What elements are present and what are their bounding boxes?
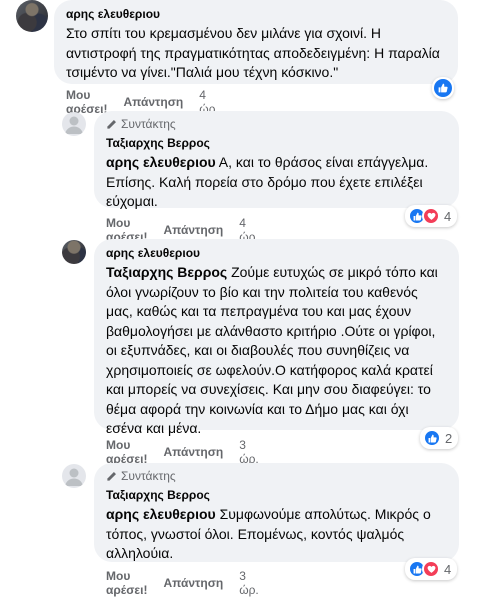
comment-text: Ζούμε ευτυχώς σε μικρό τόπο και όλοι γνω… [106,264,438,436]
comment-bubble: Συντάκτης Ταξιαρχης Βερρος αρης ελευθερι… [94,463,459,562]
like-link[interactable]: Μου αρέσει! [106,438,147,466]
reaction-count: 4 [444,561,452,577]
timestamp[interactable]: 3 ώρ. [239,569,259,597]
reply-link[interactable]: Απάντηση [163,445,223,459]
comment-text: Στο σπίτι του κρεμασμένου δεν μιλάνε για… [66,25,440,80]
comment-author[interactable]: Ταξιαρχης Βερρος [106,487,447,503]
reaction-count: 2 [445,430,453,446]
reaction-summary[interactable]: 4 [405,558,458,580]
author-badge: Συντάκτης [106,117,447,132]
heart-icon [422,560,440,578]
comment-actions: Μου αρέσει! Απάντηση 3 ώρ. [106,438,259,466]
thumbs-up-icon [434,79,452,97]
default-avatar-icon[interactable] [62,464,86,488]
timestamp[interactable]: 3 ώρ. [239,438,259,466]
comment-bubble: αρης ελευθεριου Ταξιαρχης Βερρος Ζούμε ε… [94,239,459,436]
badge-label: Συντάκτης [121,469,176,483]
mention[interactable]: αρης ελευθεριου [106,506,216,522]
thumbs-up-icon [423,429,441,447]
reaction-count: 4 [444,208,452,224]
comment-bubble: Συντάκτης Ταξιαρχης Βερρος αρης ελευθερι… [94,111,459,209]
comment-author[interactable]: Ταξιαρχης Βερρος [106,135,447,151]
reply-link[interactable]: Απάντηση [123,95,183,109]
comment-author[interactable]: αρης ελευθεριου [66,6,446,22]
reply-link[interactable]: Απάντηση [163,223,223,237]
reaction-summary[interactable] [432,77,454,99]
author-badge: Συντάκτης [106,469,447,484]
heart-icon [422,207,440,225]
reaction-summary[interactable]: 2 [420,427,459,449]
pen-icon [107,472,116,481]
like-link[interactable]: Μου αρέσει! [106,569,147,597]
reply-link[interactable]: Απάντηση [163,576,223,590]
avatar[interactable] [16,0,48,32]
pen-icon [107,120,116,129]
mention[interactable]: αρης ελευθεριου [106,154,216,170]
mention[interactable]: Ταξιαρχης Βερρος [106,264,227,280]
avatar[interactable] [62,240,86,264]
reaction-summary[interactable]: 4 [405,205,458,227]
badge-label: Συντάκτης [121,117,176,131]
comment-actions: Μου αρέσει! Απάντηση 3 ώρ. [106,569,259,597]
comment-author[interactable]: αρης ελευθεριου [106,245,447,261]
default-avatar-icon[interactable] [62,112,86,136]
comment-bubble: αρης ελευθεριου Στο σπίτι του κρεμασμένο… [54,0,458,84]
